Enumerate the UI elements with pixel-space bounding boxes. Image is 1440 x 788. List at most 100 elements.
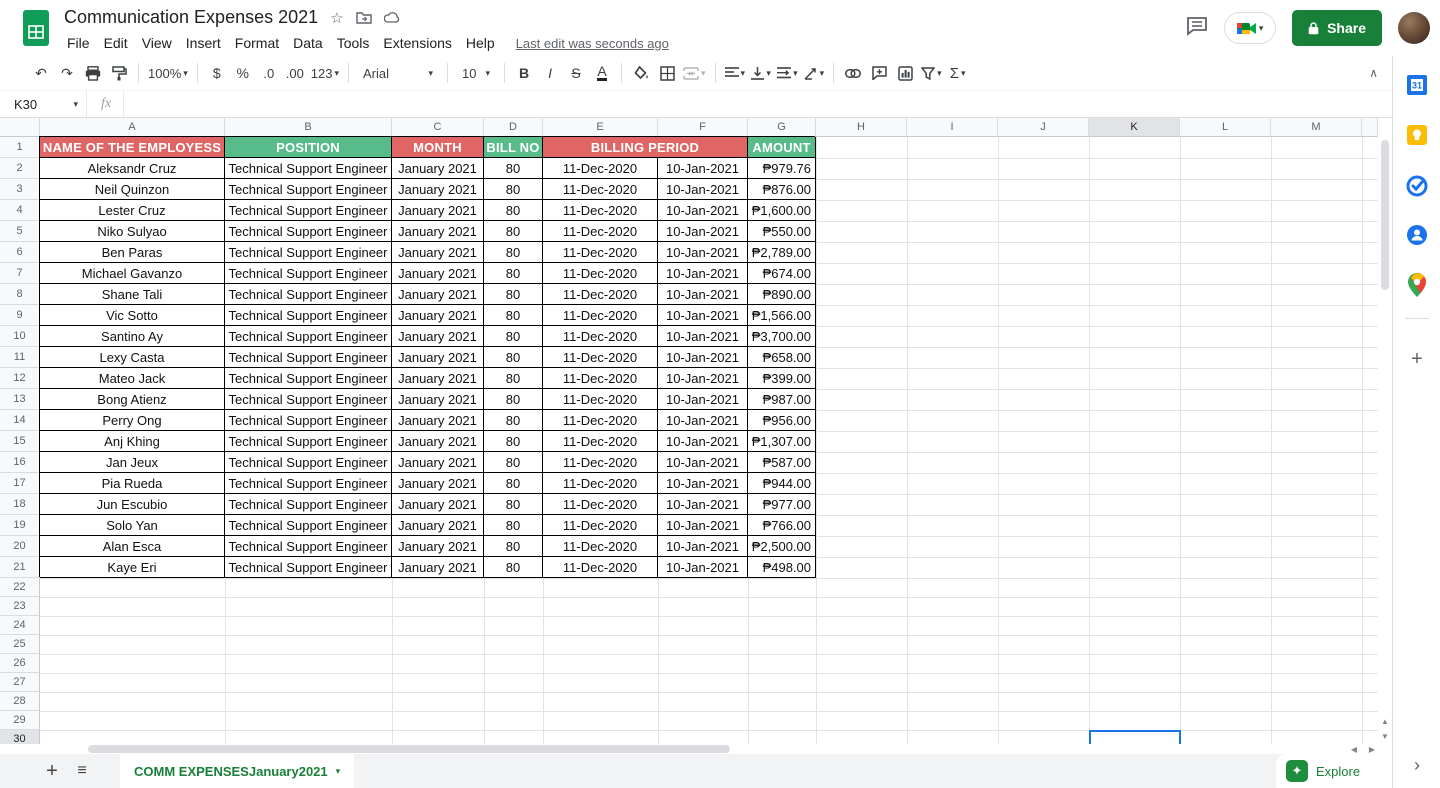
cell-A13[interactable]: Bong Atienz	[40, 389, 225, 410]
vertical-scroll-thumb[interactable]	[1381, 140, 1389, 290]
horizontal-align-button[interactable]: ▾	[722, 60, 749, 86]
row-header-16[interactable]: 16	[0, 452, 40, 473]
select-all-corner[interactable]	[0, 118, 40, 137]
cell-A17[interactable]: Pia Rueda	[40, 473, 225, 494]
row-header-5[interactable]: 5	[0, 221, 40, 242]
cell-C3[interactable]: January 2021	[392, 179, 484, 200]
all-sheets-button[interactable]: ≡	[68, 757, 96, 785]
cell-F14[interactable]: 10-Jan-2021	[658, 410, 748, 431]
row-header-7[interactable]: 7	[0, 263, 40, 284]
more-formats-button[interactable]: 123 ▾	[308, 60, 342, 86]
row-header-21[interactable]: 21	[0, 557, 40, 578]
horizontal-scrollbar[interactable]: ◀ ▶	[0, 744, 1392, 754]
cell-D11[interactable]: 80	[484, 347, 543, 368]
column-header-G[interactable]: G	[748, 118, 816, 137]
decrease-decimal-button[interactable]: .0	[256, 60, 282, 86]
cell-F18[interactable]: 10-Jan-2021	[658, 494, 748, 515]
calendar-icon[interactable]: 31	[1404, 72, 1430, 98]
cell-E15[interactable]: 11-Dec-2020	[543, 431, 658, 452]
cell-D2[interactable]: 80	[484, 158, 543, 179]
cell-C18[interactable]: January 2021	[392, 494, 484, 515]
cell-B11[interactable]: Technical Support Engineer	[225, 347, 392, 368]
cell-A20[interactable]: Alan Esca	[40, 536, 225, 557]
formula-input[interactable]	[124, 91, 1392, 117]
spreadsheet-grid[interactable]: A B C D E F G H I J K L M 1 2 3 4 5 6 7 8 9 10 11 12 13 14 15 16 17 18…	[0, 118, 1378, 744]
row-header-25[interactable]: 25	[0, 635, 40, 654]
cell-E8[interactable]: 11-Dec-2020	[543, 284, 658, 305]
name-box[interactable]: K30 ▾	[0, 97, 86, 112]
contacts-icon[interactable]	[1404, 222, 1430, 248]
borders-button[interactable]	[654, 60, 680, 86]
cell-C2[interactable]: January 2021	[392, 158, 484, 179]
fill-color-button[interactable]	[628, 60, 654, 86]
avatar[interactable]	[1398, 12, 1430, 44]
cell-D14[interactable]: 80	[484, 410, 543, 431]
cell-A18[interactable]: Jun Escubio	[40, 494, 225, 515]
insert-comment-button[interactable]	[866, 60, 892, 86]
cell-A6[interactable]: Ben Paras	[40, 242, 225, 263]
scroll-down-icon[interactable]: ▼	[1379, 729, 1391, 743]
cell-G14[interactable]: ₱956.00	[748, 410, 816, 431]
format-percent-button[interactable]: %	[230, 60, 256, 86]
star-icon[interactable]: ☆	[330, 9, 343, 27]
row-header-22[interactable]: 22	[0, 578, 40, 597]
cell-D7[interactable]: 80	[484, 263, 543, 284]
cell-A8[interactable]: Shane Tali	[40, 284, 225, 305]
merge-cells-button[interactable]: ▾	[680, 60, 709, 86]
cell-E7[interactable]: 11-Dec-2020	[543, 263, 658, 284]
move-folder-icon[interactable]	[355, 11, 372, 24]
cell-A10[interactable]: Santino Ay	[40, 326, 225, 347]
cell-B5[interactable]: Technical Support Engineer	[225, 221, 392, 242]
bold-button[interactable]: B	[511, 60, 537, 86]
column-header-L[interactable]: L	[1180, 118, 1271, 137]
cell-C8[interactable]: January 2021	[392, 284, 484, 305]
menu-format[interactable]: Format	[228, 33, 286, 53]
cell-G13[interactable]: ₱987.00	[748, 389, 816, 410]
menu-extensions[interactable]: Extensions	[376, 33, 458, 53]
cell-D9[interactable]: 80	[484, 305, 543, 326]
paint-format-button[interactable]	[106, 60, 132, 86]
cell-B8[interactable]: Technical Support Engineer	[225, 284, 392, 305]
cell-F8[interactable]: 10-Jan-2021	[658, 284, 748, 305]
menu-tools[interactable]: Tools	[330, 33, 377, 53]
menu-help[interactable]: Help	[459, 33, 502, 53]
cell-F10[interactable]: 10-Jan-2021	[658, 326, 748, 347]
cell-D17[interactable]: 80	[484, 473, 543, 494]
cell-A21[interactable]: Kaye Eri	[40, 557, 225, 578]
cell-B2[interactable]: Technical Support Engineer	[225, 158, 392, 179]
strikethrough-button[interactable]: S	[563, 60, 589, 86]
row-header-6[interactable]: 6	[0, 242, 40, 263]
cell-A2[interactable]: Aleksandr Cruz	[40, 158, 225, 179]
cell-A16[interactable]: Jan Jeux	[40, 452, 225, 473]
tasks-icon[interactable]	[1404, 173, 1430, 199]
explore-button[interactable]: ✦ Explore	[1276, 754, 1392, 788]
cell-B16[interactable]: Technical Support Engineer	[225, 452, 392, 473]
cell-A12[interactable]: Mateo Jack	[40, 368, 225, 389]
cell-F17[interactable]: 10-Jan-2021	[658, 473, 748, 494]
row-header-19[interactable]: 19	[0, 515, 40, 536]
cell-C14[interactable]: January 2021	[392, 410, 484, 431]
row-header-8[interactable]: 8	[0, 284, 40, 305]
row-header-11[interactable]: 11	[0, 347, 40, 368]
format-currency-button[interactable]: $	[204, 60, 230, 86]
cell-E13[interactable]: 11-Dec-2020	[543, 389, 658, 410]
cell-E16[interactable]: 11-Dec-2020	[543, 452, 658, 473]
cell-E12[interactable]: 11-Dec-2020	[543, 368, 658, 389]
cell-C12[interactable]: January 2021	[392, 368, 484, 389]
cell-D4[interactable]: 80	[484, 200, 543, 221]
cell-G15[interactable]: ₱1,307.00	[748, 431, 816, 452]
row-header-12[interactable]: 12	[0, 368, 40, 389]
cell-D16[interactable]: 80	[484, 452, 543, 473]
cell-B19[interactable]: Technical Support Engineer	[225, 515, 392, 536]
cell-E17[interactable]: 11-Dec-2020	[543, 473, 658, 494]
cell-F9[interactable]: 10-Jan-2021	[658, 305, 748, 326]
row-header-23[interactable]: 23	[0, 597, 40, 616]
cell-G6[interactable]: ₱2,789.00	[748, 242, 816, 263]
last-edit-status[interactable]: Last edit was seconds ago	[516, 36, 669, 51]
cell-D10[interactable]: 80	[484, 326, 543, 347]
cell-F20[interactable]: 10-Jan-2021	[658, 536, 748, 557]
cell-B4[interactable]: Technical Support Engineer	[225, 200, 392, 221]
column-header-partial[interactable]	[1362, 118, 1378, 137]
cell-A3[interactable]: Neil Quinzon	[40, 179, 225, 200]
keep-icon[interactable]	[1404, 122, 1430, 148]
